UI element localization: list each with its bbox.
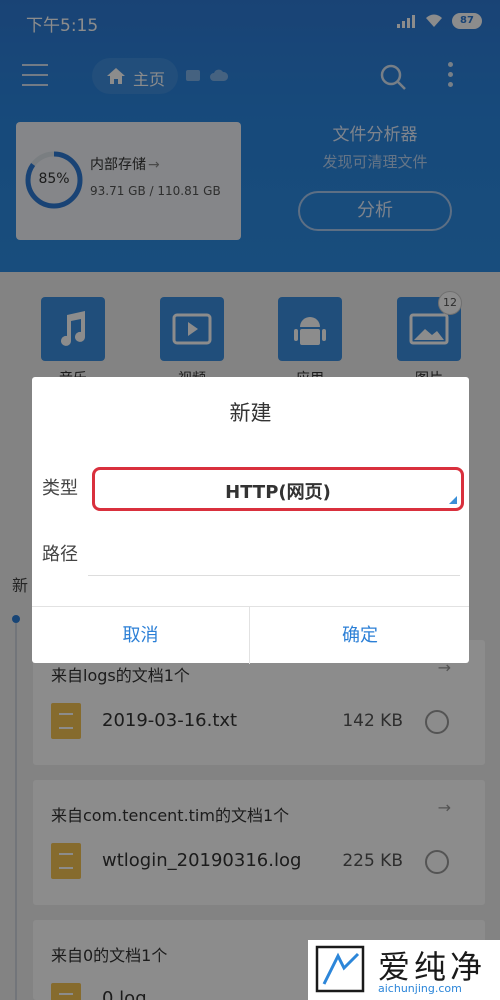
confirm-button[interactable]: 确定 xyxy=(251,607,469,664)
type-label: 类型 xyxy=(42,478,78,499)
path-input[interactable] xyxy=(88,532,460,576)
watermark-logo-icon xyxy=(315,945,365,993)
dropdown-corner-icon xyxy=(449,496,457,504)
new-dialog: 新建 类型 HTTP(网页) 路径 取消 确定 xyxy=(32,377,469,664)
watermark-url: aichunjing.com xyxy=(378,982,462,995)
cancel-button[interactable]: 取消 xyxy=(32,607,250,664)
dialog-buttons: 取消 确定 xyxy=(32,606,469,664)
watermark: 爱纯净 aichunjing.com xyxy=(308,940,500,1000)
dialog-title: 新建 xyxy=(229,401,272,425)
type-select-value: HTTP(网页) xyxy=(225,482,331,503)
path-label: 路径 xyxy=(42,544,78,565)
type-select[interactable]: HTTP(网页) xyxy=(92,467,464,511)
